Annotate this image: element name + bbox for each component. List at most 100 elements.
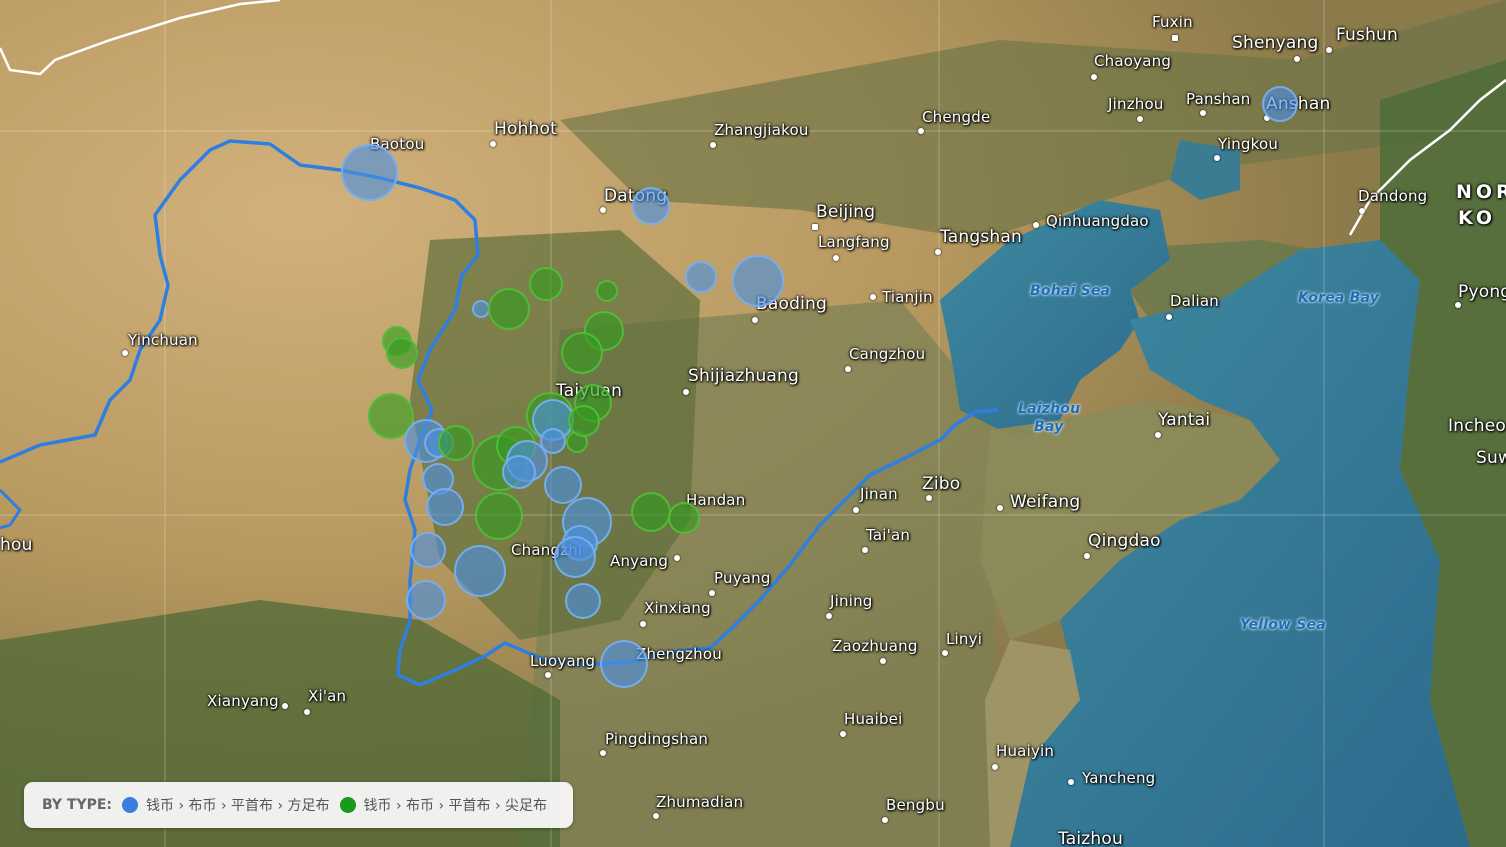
legend-label-jianzu: 钱币 › 布币 › 平首布 › 尖足布 <box>363 798 548 814</box>
place-label-cangzhou: Cangzhou <box>849 345 926 363</box>
place-marker-huaibei <box>840 731 846 737</box>
place-marker-xian <box>304 709 310 715</box>
place-label-dandong: Dandong <box>1358 187 1428 205</box>
place-label-anyang: Anyang <box>610 552 669 570</box>
place-marker-chaoyang <box>1091 74 1097 80</box>
place-label-huaiyin: Huaiyin <box>996 742 1055 760</box>
place-label-tangshan: Tangshan <box>940 227 1022 247</box>
find-marker-jianzu[interactable] <box>438 425 474 461</box>
find-marker-jianzu[interactable] <box>561 332 603 374</box>
place-marker-langfang <box>833 255 839 261</box>
place-label-puyang: Puyang <box>714 569 771 587</box>
place-marker-qinhuangdao <box>1033 222 1039 228</box>
place-label-pyong: Pyong <box>1458 282 1506 302</box>
find-marker-jianzu[interactable] <box>386 337 418 369</box>
find-marker-fangzu[interactable] <box>685 261 717 293</box>
water-label-laizhou: Laizhou <box>1018 401 1081 417</box>
place-marker-jinan <box>853 507 859 513</box>
place-label-bengbu: Bengbu <box>886 796 945 814</box>
find-marker-jianzu[interactable] <box>475 492 523 540</box>
place-marker-pingdingshan <box>600 750 606 756</box>
place-label-taizhou: Taizhou <box>1058 829 1123 847</box>
legend-item-fangzu[interactable]: 钱币 › 布币 › 平首布 › 方足布 <box>120 795 330 815</box>
place-marker-dalian <box>1166 314 1172 320</box>
place-marker-zhangjiakou <box>710 142 716 148</box>
place-label-shijiazhuang: Shijiazhuang <box>688 366 800 386</box>
legend-item-jianzu[interactable]: 钱币 › 布币 › 平首布 › 尖足布 <box>338 795 548 815</box>
place-marker-luoyang <box>545 672 551 678</box>
find-marker-fangzu[interactable] <box>554 536 596 578</box>
place-marker-yantai <box>1155 432 1161 438</box>
place-marker-qingdao <box>1084 553 1090 559</box>
place-label-qinhuangdao: Qinhuangdao <box>1046 212 1149 230</box>
place-label-luoyang: Luoyang <box>530 652 596 670</box>
place-label-taian: Tai'an <box>866 526 911 544</box>
place-label-qingdao: Qingdao <box>1088 531 1161 551</box>
place-label-panshan: Panshan <box>1186 90 1251 108</box>
place-marker-jining <box>826 613 832 619</box>
place-marker-fuxin <box>1172 35 1178 41</box>
legend-swatch-blue-icon <box>122 797 139 813</box>
place-label-fushun: Fushun <box>1336 25 1399 45</box>
place-marker-zhumadian <box>653 813 659 819</box>
find-marker-fangzu[interactable] <box>426 488 464 526</box>
place-marker-weifang <box>997 505 1003 511</box>
place-marker-xianyang <box>282 703 288 709</box>
water-label-laizhou-bay: Bay <box>1034 419 1064 435</box>
find-marker-fangzu[interactable] <box>632 187 670 225</box>
place-marker-baoding <box>752 317 758 323</box>
find-marker-fangzu[interactable] <box>410 532 446 568</box>
find-marker-jianzu[interactable] <box>488 288 530 330</box>
find-marker-fangzu[interactable] <box>341 144 398 201</box>
place-label-chaoyang: Chaoyang <box>1094 52 1172 70</box>
legend-panel: BY TYPE: 钱币 › 布币 › 平首布 › 方足布 钱币 › 布币 › 平… <box>24 782 574 828</box>
place-marker-bengbu <box>882 817 888 823</box>
find-marker-jianzu[interactable] <box>668 502 700 534</box>
find-marker-fangzu[interactable] <box>565 583 601 619</box>
place-label-jinzhou: Jinzhou <box>1108 95 1164 113</box>
place-marker-tangshan <box>935 249 941 255</box>
place-label-yancheng: Yancheng <box>1082 769 1156 787</box>
place-label-xinxiang: Xinxiang <box>644 599 711 617</box>
place-label-suwon: Suw <box>1476 448 1506 468</box>
legend-title: BY TYPE: <box>42 797 113 813</box>
place-marker-linyi <box>942 650 948 656</box>
place-label-tianjin: Tianjin <box>882 288 933 306</box>
place-marker-anyang <box>674 555 680 561</box>
place-label-zhumadian: Zhumadian <box>656 793 744 811</box>
place-marker-shijiazhuang <box>683 389 689 395</box>
place-label-xianyang: Xianyang <box>207 692 279 710</box>
place-label-zaozhuang: Zaozhuang <box>832 637 918 655</box>
country-label-north-korea: NOR <box>1456 181 1506 203</box>
find-marker-fangzu[interactable] <box>502 455 536 489</box>
place-marker-datong <box>600 207 606 213</box>
place-label-huaibei: Huaibei <box>844 710 903 728</box>
find-marker-jianzu[interactable] <box>529 267 563 301</box>
place-label-lanzhou: hou <box>0 535 33 555</box>
place-label-jining: Jining <box>830 592 873 610</box>
place-marker-yinchuan <box>122 350 128 356</box>
find-marker-fangzu[interactable] <box>406 580 446 620</box>
legend-label-fangzu: 钱币 › 布币 › 平首布 › 方足布 <box>146 798 330 814</box>
legend-swatch-green-icon <box>339 797 356 813</box>
find-marker-jianzu[interactable] <box>568 405 600 437</box>
place-marker-huaiyin <box>992 764 998 770</box>
place-label-zibo: Zibo <box>922 474 961 494</box>
place-label-fuxin: Fuxin <box>1152 13 1193 31</box>
find-marker-fangzu[interactable] <box>600 640 648 688</box>
find-marker-jianzu[interactable] <box>631 492 671 532</box>
find-marker-fangzu[interactable] <box>732 255 784 307</box>
place-label-yingkou: Yingkou <box>1218 135 1279 153</box>
place-marker-taian <box>862 547 868 553</box>
find-marker-fangzu[interactable] <box>454 545 506 597</box>
place-marker-zaozhuang <box>880 658 886 664</box>
find-marker-fangzu[interactable] <box>1262 86 1298 122</box>
place-label-hohhot: Hohhot <box>494 119 557 139</box>
map-view[interactable]: Fuxin Shenyang Fushun Chaoyang Jinzhou P… <box>0 0 1506 847</box>
place-label-beijing: Beijing <box>816 202 876 222</box>
place-label-xian: Xi'an <box>308 687 347 705</box>
place-marker-hohhot <box>490 141 496 147</box>
find-marker-jianzu[interactable] <box>596 280 618 302</box>
water-label-korea-bay: Korea Bay <box>1298 290 1380 306</box>
water-label-yellow-sea: Yellow Sea <box>1240 617 1326 633</box>
